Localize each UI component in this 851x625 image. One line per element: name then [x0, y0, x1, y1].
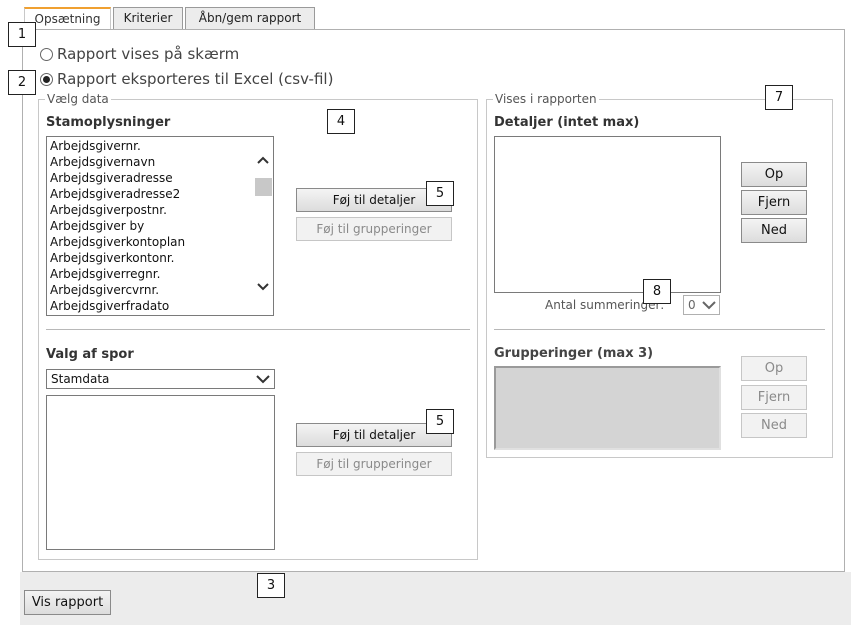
spor-select[interactable]: Stamdata: [46, 369, 275, 389]
antal-summeringer-select[interactable]: 0: [683, 295, 720, 315]
tab-aabn-gem-rapport[interactable]: Åbn/gem rapport: [185, 7, 315, 29]
grupperinger-up-button[interactable]: Op: [741, 356, 807, 381]
tab-opsaetning[interactable]: Opsætning: [24, 7, 111, 30]
grupperinger-remove-button[interactable]: Fjern: [741, 385, 807, 410]
callout-5b: 5: [426, 409, 454, 434]
list-item[interactable]: Arbejdsgivernr.: [47, 138, 273, 154]
list-item[interactable]: Arbejdsgiveradresse2: [47, 186, 273, 202]
detaljer-remove-button[interactable]: Fjern: [741, 190, 807, 215]
scroll-thumb[interactable]: [255, 178, 272, 196]
chevron-down-icon: [256, 370, 270, 393]
radio-screen[interactable]: Rapport vises på skærm: [40, 45, 239, 63]
spor-select-value: Stamdata: [51, 372, 110, 386]
callout-3: 3: [257, 573, 285, 598]
chevron-down-icon: [702, 296, 716, 319]
spor-list[interactable]: [46, 395, 275, 550]
list-item[interactable]: Arbejdsgiverfradato: [47, 298, 273, 314]
vises-legend: Vises i rapporten: [493, 92, 599, 106]
list-item[interactable]: Arbejdsgiveradresse: [47, 170, 273, 186]
callout-4: 4: [327, 109, 355, 134]
callout-5a: 5: [426, 181, 454, 206]
show-report-button[interactable]: Vis rapport: [24, 590, 111, 615]
divider: [46, 329, 470, 330]
callout-7: 7: [765, 85, 793, 110]
grupperinger-list: [494, 366, 721, 450]
chevron-down-icon[interactable]: [256, 282, 270, 296]
valg-af-spor-header: Valg af spor: [46, 347, 134, 362]
divider: [494, 329, 825, 330]
list-item[interactable]: Arbejdsgiverkontonr.: [47, 250, 273, 266]
add-to-groupings-button-2[interactable]: Føj til grupperinger: [296, 452, 452, 476]
detaljer-down-button[interactable]: Ned: [741, 218, 807, 243]
radio-excel-label: Rapport eksporteres til Excel (csv-fil): [57, 70, 334, 88]
footer-bar: [20, 572, 851, 625]
detaljer-header: Detaljer (intet max): [494, 115, 640, 130]
callout-8: 8: [643, 279, 671, 304]
tab-kriterier[interactable]: Kriterier: [113, 7, 183, 29]
list-item[interactable]: Arbejdsgiver by: [47, 218, 273, 234]
tab-label: Opsætning: [34, 12, 101, 26]
detaljer-list[interactable]: [494, 136, 721, 293]
radio-button-selected[interactable]: [40, 72, 53, 86]
list-item[interactable]: Arbejdsgivernavn: [47, 154, 273, 170]
list-item[interactable]: Arbejdsgiverregnr.: [47, 266, 273, 282]
list-scrollbar[interactable]: [253, 137, 273, 315]
list-item[interactable]: Arbejdsgiverkontoplan: [47, 234, 273, 250]
stamoplysninger-list[interactable]: Arbejdsgivernr. Arbejdsgivernavn Arbejds…: [46, 136, 274, 316]
list-item[interactable]: Arbejdsgiverpostnr.: [47, 202, 273, 218]
callout-2: 2: [8, 70, 36, 95]
radio-screen-label: Rapport vises på skærm: [57, 45, 240, 63]
callout-1: 1: [8, 22, 36, 47]
stamoplysninger-header: Stamoplysninger: [46, 115, 171, 130]
antal-summeringer-value: 0: [688, 298, 696, 312]
vaelg-data-legend: Vælg data: [45, 92, 111, 106]
chevron-up-icon[interactable]: [256, 155, 270, 169]
tab-label: Kriterier: [123, 11, 173, 25]
tab-label: Åbn/gem rapport: [198, 11, 302, 25]
radio-excel[interactable]: Rapport eksporteres til Excel (csv-fil): [40, 70, 333, 88]
grupperinger-down-button[interactable]: Ned: [741, 413, 807, 438]
grupperinger-header: Grupperinger (max 3): [494, 346, 654, 361]
radio-button[interactable]: [40, 47, 53, 61]
add-to-groupings-button[interactable]: Føj til grupperinger: [296, 217, 452, 241]
list-item[interactable]: Arbejdsgivercvrnr.: [47, 282, 273, 298]
detaljer-up-button[interactable]: Op: [741, 162, 807, 187]
